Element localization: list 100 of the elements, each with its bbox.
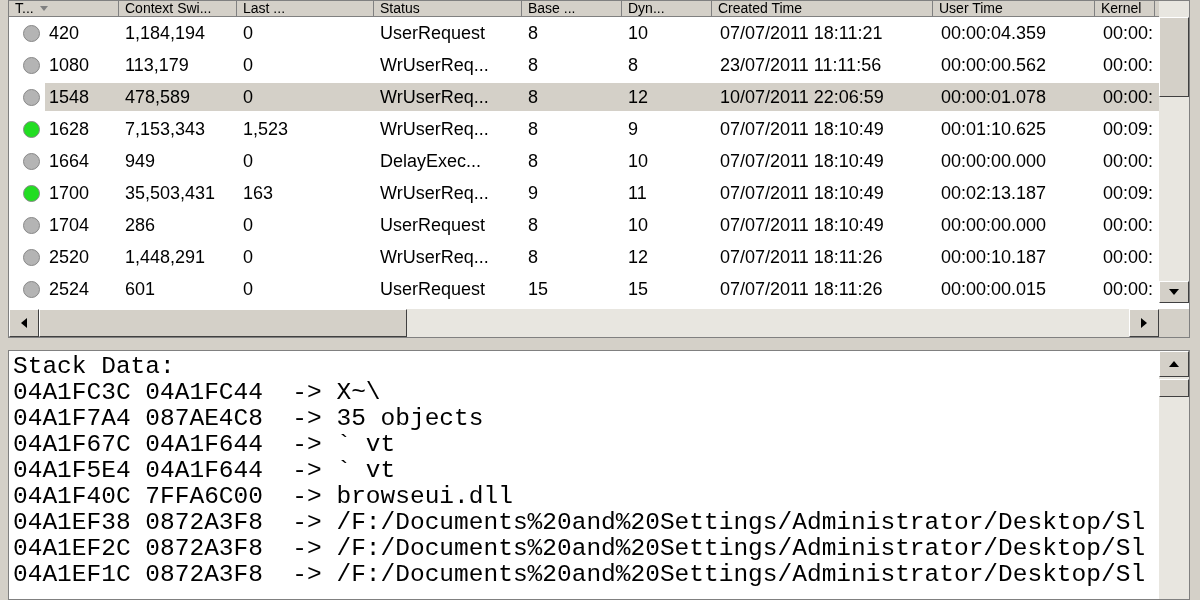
table-cell: 07/07/2011 18:10:49 xyxy=(720,118,884,139)
table-cell: 7,153,343 xyxy=(125,118,206,139)
table-cell: 8 xyxy=(528,118,538,139)
vertical-scrollbar[interactable] xyxy=(1159,1,1189,303)
table-cell: 35,503,431 xyxy=(125,182,216,203)
table-cell: 00:00: xyxy=(1103,278,1154,299)
table-cell: 15 xyxy=(528,278,549,299)
table-cell: 2520 xyxy=(49,246,90,267)
table-cell: 00:00:00.015 xyxy=(941,278,1047,299)
table-cell: 00:00: xyxy=(1103,54,1154,75)
stack-line: 04A1EF38 0872A3F8 -> /F:/Documents%20and%20Settings/Administrator/Desktop/Sl xyxy=(13,510,1147,536)
column-header[interactable]: Last ... xyxy=(237,1,374,16)
table-cell: 478,589 xyxy=(125,86,191,107)
table-cell: WrUserReq... xyxy=(380,86,489,107)
table-cell: 10/07/2011 22:06:59 xyxy=(720,86,884,107)
table-cell: 1700 xyxy=(49,182,90,203)
stack-line: 04A1F67C 04A1F644 -> ` vt xyxy=(13,432,397,458)
table-cell: 00:09: xyxy=(1103,182,1154,203)
table-cell: 8 xyxy=(528,214,538,235)
scroll-left-button[interactable] xyxy=(9,309,39,337)
scrollbar-thumb[interactable] xyxy=(1159,379,1189,397)
table-cell: 00:00: xyxy=(1103,22,1154,43)
table-cell: 0 xyxy=(243,278,253,299)
table-cell: 07/07/2011 18:11:26 xyxy=(720,278,883,299)
scroll-down-button[interactable] xyxy=(1159,281,1189,303)
scroll-up-button[interactable] xyxy=(1159,351,1189,377)
table-cell: 00:00:04.359 xyxy=(941,22,1047,43)
column-header[interactable]: User Time xyxy=(933,1,1095,16)
column-header[interactable]: Created Time xyxy=(712,1,933,16)
table-row[interactable]: 2524 601 0 UserRequest 15 15 07/07/2011 18:11:26 00:00:00.015 00:00: xyxy=(45,275,1159,303)
table-cell: 00:00:00.562 xyxy=(941,54,1047,75)
stack-line: 04A1EF1C 0872A3F8 -> /F:/Documents%20and%20Settings/Administrator/Desktop/Sl xyxy=(13,562,1147,588)
scroll-right-button[interactable] xyxy=(1129,309,1159,337)
table-cell: 1664 xyxy=(49,150,90,171)
table-cell: 0 xyxy=(243,86,253,107)
table-cell: 1628 xyxy=(49,118,90,139)
table-cell: 163 xyxy=(243,182,274,203)
column-header[interactable]: Kernel xyxy=(1095,1,1155,16)
table-cell: WrUserReq... xyxy=(380,54,489,75)
table-row[interactable]: 1700 35,503,431 163 WrUserReq... 9 11 07/07/2011 18:10:49 00:02:13.187 00:09: xyxy=(45,179,1159,207)
stack-line: 04A1EF2C 0872A3F8 -> /F:/Documents%20and%20Settings/Administrator/Desktop/Sl xyxy=(13,536,1147,562)
table-cell: WrUserReq... xyxy=(380,246,489,267)
column-header[interactable]: Status xyxy=(374,1,522,16)
table-cell: 00:02:13.187 xyxy=(941,182,1047,203)
table-cell: 420 xyxy=(49,22,80,43)
table-cell: 00:00:01.078 xyxy=(941,86,1047,107)
stack-line: 04A1FC3C 04A1FC44 -> X~\ xyxy=(13,380,382,406)
table-cell: 1548 xyxy=(49,86,90,107)
table-cell: 9 xyxy=(628,118,638,139)
table-cell: 15 xyxy=(628,278,649,299)
table-row[interactable]: 1628 7,153,343 1,523 WrUserReq... 8 9 07/07/2011 18:10:49 00:01:10.625 00:09: xyxy=(45,115,1159,143)
table-cell: DelayExec... xyxy=(380,150,482,171)
table-cell: 8 xyxy=(528,86,538,107)
table-cell: 601 xyxy=(125,278,156,299)
table-row[interactable]: 420 1,184,194 0 UserRequest 8 10 07/07/2011 18:11:21 00:00:04.359 00:00: xyxy=(45,19,1159,47)
table-cell: 286 xyxy=(125,214,156,235)
table-cell: 949 xyxy=(125,150,156,171)
stack-line: 04A1F7A4 087AE4C8 -> 35 objects xyxy=(13,406,485,432)
table-cell: 1080 xyxy=(49,54,90,75)
table-row[interactable]: 1704 286 0 UserRequest 8 10 07/07/2011 18:10:49 00:00:00.000 00:00: xyxy=(45,211,1159,239)
table-cell: 00:00:10.187 xyxy=(941,246,1047,267)
column-header[interactable]: T... xyxy=(9,1,119,16)
table-cell: 10 xyxy=(628,150,649,171)
down-arrow-icon xyxy=(1169,289,1179,295)
table-cell: 113,179 xyxy=(125,54,189,75)
table-cell: 8 xyxy=(528,150,538,171)
table-cell: 07/07/2011 18:10:49 xyxy=(720,182,884,203)
column-header[interactable]: Base ... xyxy=(522,1,622,16)
table-cell: 1,523 xyxy=(243,118,289,139)
table-row[interactable]: 2520 1,448,291 0 WrUserReq... 8 12 07/07/2011 18:11:26 00:00:10.187 00:00: xyxy=(45,243,1159,271)
table-cell: 00:00: xyxy=(1103,246,1154,267)
table-cell: 8 xyxy=(528,54,538,75)
table-cell: 8 xyxy=(528,246,538,267)
table-cell: 8 xyxy=(528,22,538,43)
scrollbar-thumb[interactable] xyxy=(1159,17,1189,97)
scrollbar-corner xyxy=(1159,309,1189,337)
table-cell: UserRequest xyxy=(380,278,486,299)
column-header[interactable]: Dyn... xyxy=(622,1,712,16)
table-cell: 00:09: xyxy=(1103,118,1154,139)
table-cell: 07/07/2011 18:11:21 xyxy=(720,22,883,43)
vertical-scrollbar[interactable] xyxy=(1159,351,1189,599)
right-arrow-icon xyxy=(1141,318,1147,328)
up-arrow-icon xyxy=(1169,361,1179,367)
sort-icon xyxy=(39,6,48,11)
horizontal-scrollbar[interactable] xyxy=(9,309,1159,337)
table-cell: 11 xyxy=(628,182,647,203)
table-cell: 0 xyxy=(243,214,253,235)
table-cell: 07/07/2011 18:10:49 xyxy=(720,214,884,235)
table-cell: 12 xyxy=(628,86,649,107)
table-row[interactable]: 1548 478,589 0 WrUserReq... 8 12 10/07/2011 22:06:59 00:00:01.078 00:00: xyxy=(45,83,1159,111)
scrollbar-thumb[interactable] xyxy=(39,309,407,337)
table-cell: WrUserReq... xyxy=(380,182,489,203)
table-cell: UserRequest xyxy=(380,22,486,43)
table-cell: 2524 xyxy=(49,278,90,299)
table-row[interactable]: 1664 949 0 DelayExec... 8 10 07/07/2011 18:10:49 00:00:00.000 00:00: xyxy=(45,147,1159,175)
stack-line: 04A1F40C 7FFA6C00 -> browseui.dll xyxy=(13,484,514,510)
table-cell: WrUserReq... xyxy=(380,118,489,139)
table-cell: 07/07/2011 18:11:26 xyxy=(720,246,883,267)
table-row[interactable]: 1080 113,179 0 WrUserReq... 8 8 23/07/2011 11:11:56 00:00:00.562 00:00: xyxy=(45,51,1159,79)
column-header[interactable]: Context Swi... xyxy=(119,1,237,16)
